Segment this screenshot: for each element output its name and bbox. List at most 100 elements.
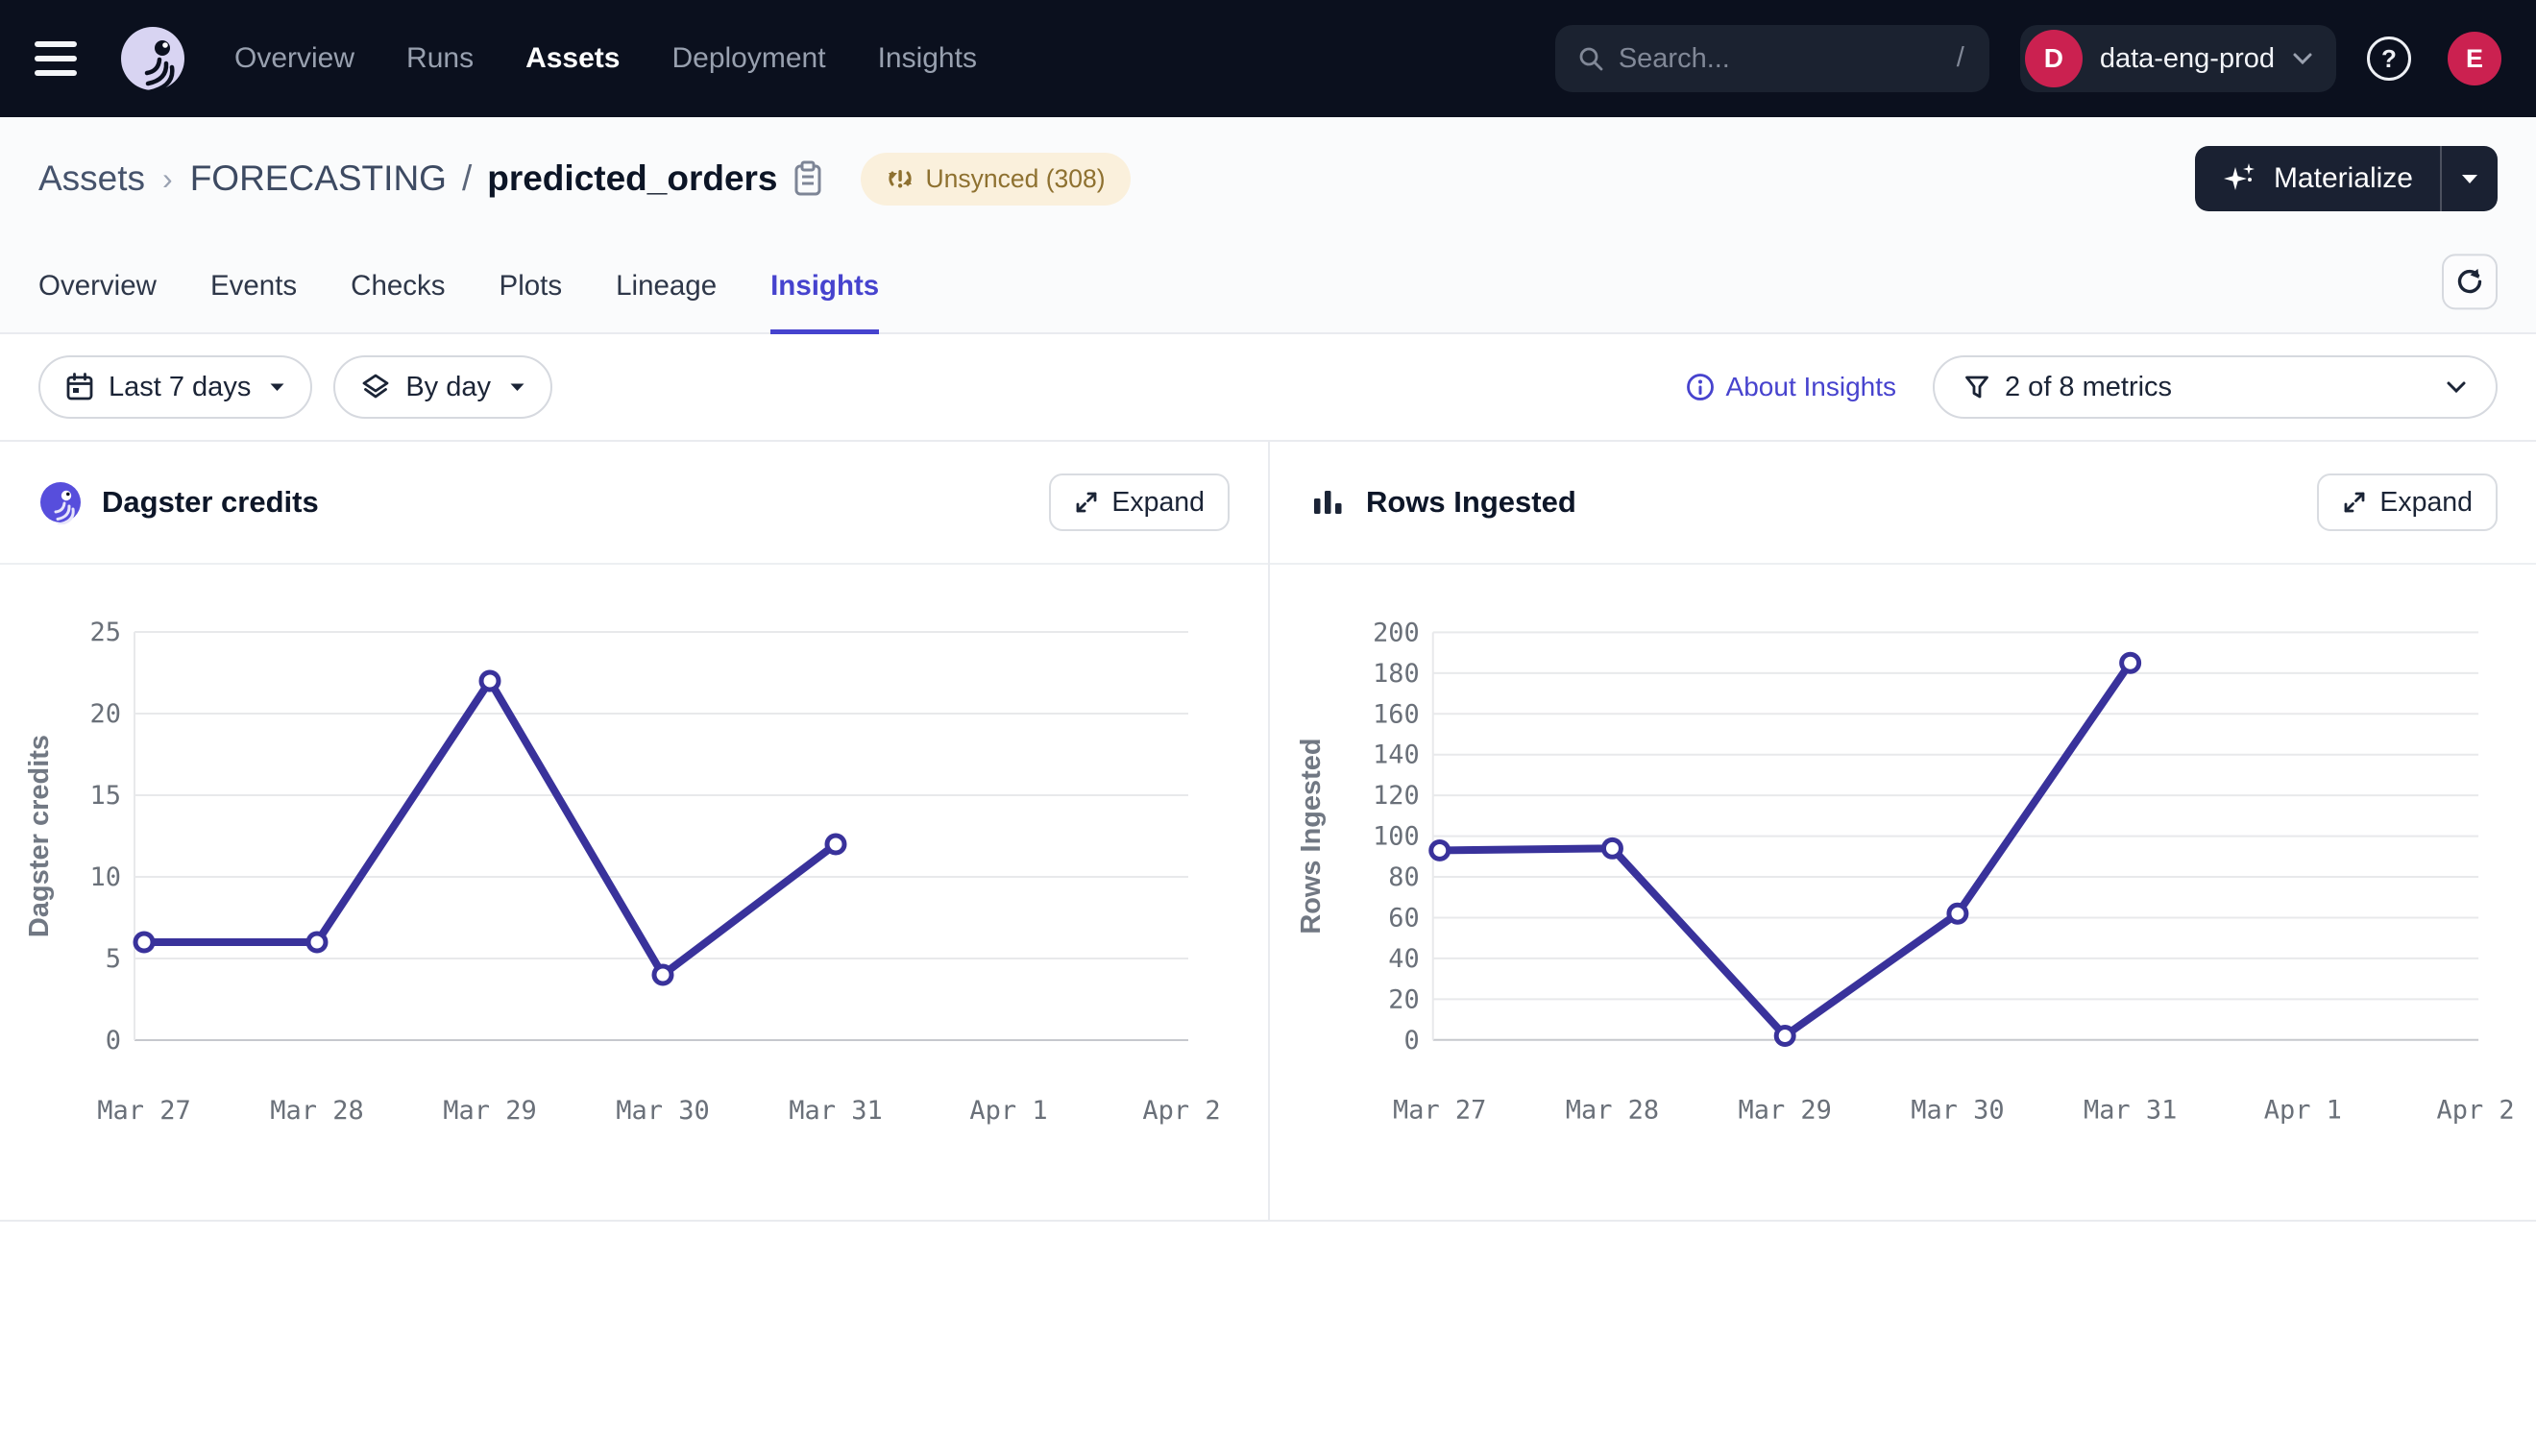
breadcrumb-group[interactable]: FORECASTING — [190, 158, 447, 199]
svg-text:Apr 1: Apr 1 — [969, 1096, 1047, 1126]
primary-nav: Overview Runs Assets Deployment Insights — [234, 42, 977, 75]
nav-item-insights[interactable]: Insights — [878, 42, 977, 74]
nav-item-runs[interactable]: Runs — [406, 42, 474, 74]
asset-header-row: Assets › FORECASTING / predicted_orders — [0, 117, 2536, 240]
about-insights-label: About Insights — [1726, 372, 1896, 402]
line-chart-rows-ingested: 020406080100120140160180200Mar 27Mar 28M… — [1270, 565, 2536, 1220]
materialize-split-button: Materialize — [2195, 146, 2498, 211]
search-shortcut: / — [1957, 42, 1964, 74]
filter-funnel-icon — [1963, 374, 1990, 400]
sync-alert-icon — [886, 164, 914, 193]
svg-text:Dagster credits: Dagster credits — [24, 735, 55, 937]
org-name: data-eng-prod — [2100, 43, 2275, 75]
svg-text:Mar 31: Mar 31 — [2084, 1096, 2177, 1126]
breadcrumb-slash: / — [462, 158, 472, 199]
svg-text:10: 10 — [89, 862, 121, 892]
svg-text:Mar 27: Mar 27 — [97, 1096, 191, 1126]
granularity-dropdown[interactable]: By day — [333, 355, 552, 419]
tab-insights[interactable]: Insights — [770, 240, 879, 332]
expand-icon — [2342, 490, 2367, 515]
granularity-label: By day — [405, 372, 491, 403]
materialize-button[interactable]: Materialize — [2195, 146, 2440, 211]
expand-button[interactable]: Expand — [2317, 473, 2498, 531]
time-range-dropdown[interactable]: Last 7 days — [38, 355, 312, 419]
calendar-icon — [65, 372, 94, 402]
tab-events[interactable]: Events — [210, 240, 297, 332]
chevron-down-icon — [2292, 52, 2313, 65]
layers-icon — [360, 372, 391, 402]
nav-item-deployment[interactable]: Deployment — [671, 42, 825, 74]
svg-text:140: 140 — [1373, 740, 1420, 770]
svg-text:0: 0 — [1404, 1026, 1420, 1056]
svg-text:Apr 2: Apr 2 — [1142, 1096, 1220, 1126]
svg-text:Mar 29: Mar 29 — [1739, 1096, 1832, 1126]
dropdown-caret-icon — [509, 382, 525, 392]
svg-text:Mar 28: Mar 28 — [1566, 1096, 1659, 1126]
svg-text:25: 25 — [89, 618, 121, 647]
svg-text:160: 160 — [1373, 699, 1420, 729]
user-avatar[interactable]: E — [2448, 32, 2501, 85]
svg-text:120: 120 — [1373, 781, 1420, 811]
svg-text:Mar 29: Mar 29 — [443, 1096, 537, 1126]
nav-item-overview[interactable]: Overview — [234, 42, 354, 74]
page-title: predicted_orders — [487, 158, 777, 199]
svg-text:Mar 28: Mar 28 — [270, 1096, 364, 1126]
chart-title: Dagster credits — [102, 485, 319, 520]
search-box[interactable]: / — [1555, 25, 1989, 92]
svg-text:Mar 31: Mar 31 — [789, 1096, 883, 1126]
breadcrumb-assets-link[interactable]: Assets — [38, 158, 145, 199]
refresh-button[interactable] — [2442, 254, 2498, 309]
expand-label: Expand — [1111, 487, 1205, 519]
dagster-logo-icon[interactable] — [117, 23, 188, 94]
nav-item-assets[interactable]: Assets — [525, 42, 620, 74]
metrics-select-value: 2 of 8 metrics — [2005, 372, 2431, 403]
chart-title: Rows Ingested — [1366, 485, 1576, 520]
top-nav: Overview Runs Assets Deployment Insights… — [0, 0, 2536, 117]
search-icon — [1576, 44, 1605, 78]
tab-plots[interactable]: Plots — [500, 240, 563, 332]
search-input[interactable] — [1555, 25, 1989, 92]
svg-text:Apr 2: Apr 2 — [2437, 1096, 2515, 1126]
materialize-dropdown-caret[interactable] — [2442, 146, 2498, 211]
expand-icon — [1074, 490, 1099, 515]
tab-overview[interactable]: Overview — [38, 240, 157, 332]
svg-text:200: 200 — [1373, 618, 1420, 647]
svg-text:80: 80 — [1388, 862, 1419, 892]
help-icon[interactable]: ? — [2367, 34, 2417, 84]
svg-text:100: 100 — [1373, 822, 1420, 852]
chart-panel-rows-ingested: Rows Ingested Expand 0 20 40 60 80 100 120 140 1… — [1268, 442, 2536, 1220]
materialize-label: Materialize — [2274, 162, 2413, 195]
refresh-icon — [2453, 265, 2486, 298]
about-insights-link[interactable]: About Insights — [1685, 372, 1896, 402]
svg-text:20: 20 — [89, 699, 121, 729]
chevron-down-icon — [2446, 380, 2467, 394]
copy-icon[interactable] — [792, 159, 824, 198]
insights-charts: Dagster credits Expand 0510152025Mar 27M… — [0, 442, 2536, 1222]
time-range-label: Last 7 days — [109, 372, 251, 403]
chart-header: Dagster credits Expand — [0, 442, 1268, 565]
svg-text:Mar 30: Mar 30 — [616, 1096, 710, 1126]
expand-button[interactable]: Expand — [1049, 473, 1230, 531]
expand-label: Expand — [2379, 487, 2473, 519]
menu-icon[interactable] — [35, 37, 85, 80]
asset-tabs: Overview Events Checks Plots Lineage Ins… — [0, 240, 2536, 334]
svg-text:60: 60 — [1388, 903, 1419, 933]
breadcrumb: Assets › FORECASTING / predicted_orders — [38, 158, 778, 199]
svg-text:40: 40 — [1388, 944, 1419, 974]
svg-text:Mar 27: Mar 27 — [1393, 1096, 1486, 1126]
org-switcher[interactable]: D data-eng-prod — [2020, 25, 2336, 92]
svg-text:0: 0 — [106, 1026, 121, 1056]
svg-text:5: 5 — [106, 944, 121, 974]
metrics-select[interactable]: 2 of 8 metrics — [1933, 355, 2498, 419]
tab-lineage[interactable]: Lineage — [616, 240, 717, 332]
dropdown-caret-icon — [269, 382, 285, 392]
tab-checks[interactable]: Checks — [351, 240, 445, 332]
dagster-credits-icon — [38, 480, 83, 524]
svg-text:Rows Ingested: Rows Ingested — [1296, 738, 1327, 934]
sparkles-icon — [2222, 160, 2258, 197]
chart-panel-dagster-credits: Dagster credits Expand 0510152025Mar 27M… — [0, 442, 1268, 1220]
svg-text:20: 20 — [1388, 984, 1419, 1014]
org-avatar: D — [2025, 30, 2083, 87]
status-badge-label: Unsynced (308) — [926, 164, 1106, 194]
status-badge[interactable]: Unsynced (308) — [861, 153, 1131, 206]
